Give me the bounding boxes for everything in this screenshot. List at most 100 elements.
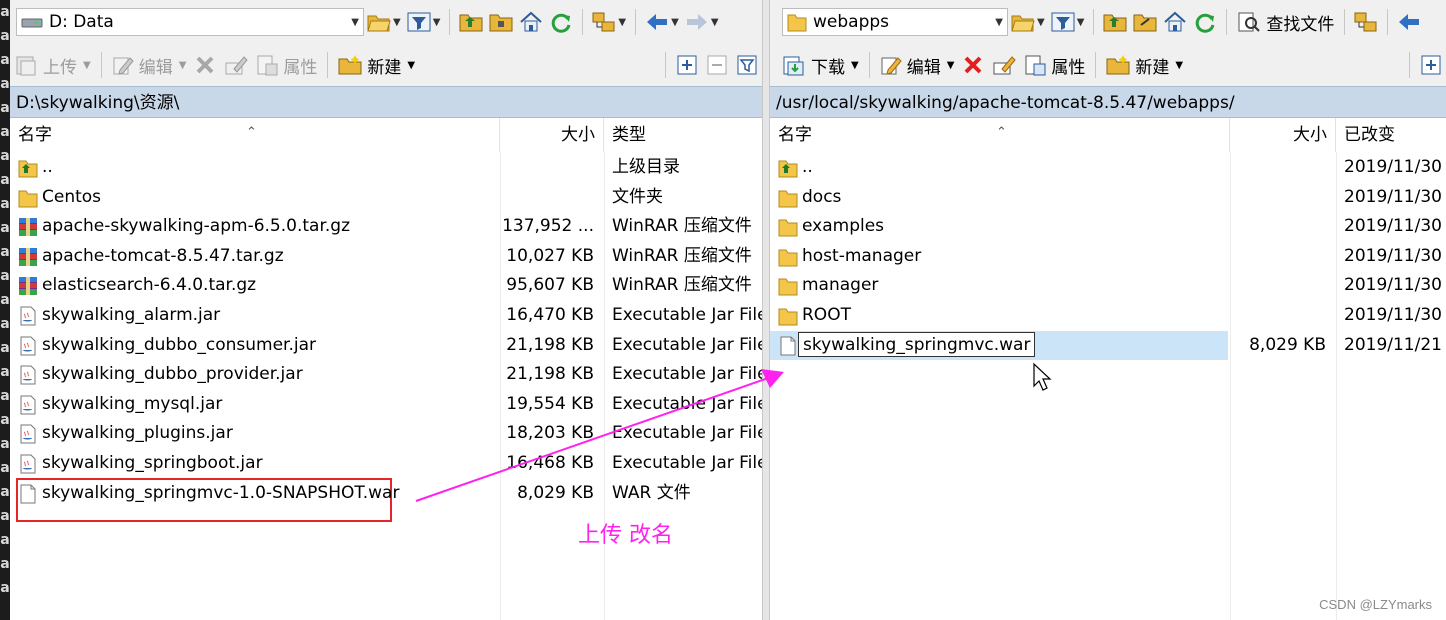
file-size-cell: 21,198 KB: [506, 334, 594, 355]
refresh-button[interactable]: [549, 8, 573, 36]
bookmarks-button[interactable]: ▼: [592, 8, 626, 36]
remote-path-bar[interactable]: /usr/local/skywalking/apache-tomcat-8.5.…: [770, 86, 1446, 118]
minus-box-icon: [707, 55, 727, 75]
column-header-changed[interactable]: 已改变: [1336, 118, 1446, 152]
file-type-cell: Executable Jar File: [612, 364, 762, 385]
right-file-row[interactable]: host-manager 2019/11/30: [770, 242, 1446, 271]
local-path-bar[interactable]: D:\skywalking\资源\: [10, 86, 762, 118]
file-name-cell: docs: [770, 183, 1230, 212]
file-type-cell: Executable Jar File: [612, 334, 762, 355]
left-file-row[interactable]: skywalking_springmvc-1.0-SNAPSHOT.war 8,0…: [10, 479, 762, 508]
root-dir-button[interactable]: [489, 8, 513, 36]
right-file-row[interactable]: skywalking_springmvc.war 8,029 KB 2019/11/…: [770, 330, 1446, 360]
edge-glyph: a: [0, 268, 10, 284]
plus-box-icon: [1421, 55, 1441, 75]
edge-glyph: a: [0, 100, 10, 116]
file-name: manager: [802, 275, 879, 296]
left-file-row[interactable]: apache-tomcat-8.5.47.tar.gz 10,027 KB WinR…: [10, 242, 762, 271]
left-file-row[interactable]: skywalking_mysql.jar 19,554 KB Executable …: [10, 390, 762, 419]
collapse-button[interactable]: [706, 50, 728, 80]
file-changed-cell: 2019/11/30: [1344, 305, 1442, 325]
pane-splitter[interactable]: [762, 0, 770, 620]
left-file-row[interactable]: apache-skywalking-apm-6.5.0.tar.gz 137,95…: [10, 212, 762, 241]
right-file-row[interactable]: .. 2019/11/30: [770, 153, 1446, 182]
properties-button[interactable]: 属性: [1024, 50, 1085, 80]
winrar-archive-icon: [18, 276, 38, 296]
edit-button[interactable]: 编辑 ▼: [880, 50, 954, 80]
download-label: 下载: [811, 57, 845, 78]
left-file-row[interactable]: skywalking_dubbo_consumer.jar 21,198 KB Ex…: [10, 331, 762, 360]
filter-button[interactable]: ▼: [1051, 8, 1084, 36]
column-header-size[interactable]: 大小: [1230, 118, 1336, 152]
expand-button[interactable]: [1420, 50, 1442, 80]
rename-button[interactable]: [992, 50, 1017, 80]
open-folder-button[interactable]: ▼: [367, 8, 401, 36]
find-files-button[interactable]: 查找文件: [1237, 7, 1334, 37]
delete-icon: [196, 56, 214, 74]
left-file-row[interactable]: skywalking_dubbo_provider.jar 21,198 KB Ex…: [10, 360, 762, 389]
filter-mark-button[interactable]: [736, 50, 758, 80]
left-file-row[interactable]: elasticsearch-6.4.0.tar.gz 95,607 KB WinRA…: [10, 271, 762, 300]
right-file-row[interactable]: examples 2019/11/30: [770, 212, 1446, 241]
upload-button[interactable]: 上传 ▼: [14, 50, 91, 80]
edge-glyph: a: [0, 220, 10, 236]
column-header-type[interactable]: 类型: [604, 118, 762, 152]
home-dir-button[interactable]: [519, 8, 543, 36]
file-name-cell: skywalking_mysql.jar: [10, 390, 500, 419]
file-type-cell: WinRAR 压缩文件: [612, 216, 752, 237]
edge-glyph: a: [0, 196, 10, 212]
parent-dir-button[interactable]: [1103, 8, 1127, 36]
new-button[interactable]: 新建 ▼: [1106, 50, 1183, 80]
file-type-cell: Executable Jar File: [612, 423, 762, 444]
filter-button[interactable]: ▼: [407, 8, 440, 36]
jar-file-icon: [18, 365, 38, 385]
download-button[interactable]: 下载 ▼: [782, 50, 859, 80]
home-dir-button[interactable]: [1163, 8, 1187, 36]
expand-button[interactable]: [676, 50, 698, 80]
left-file-row[interactable]: skywalking_alarm.jar 16,470 KB Executable …: [10, 301, 762, 330]
file-size-cell: [1230, 183, 1336, 212]
folder-icon: [778, 276, 798, 296]
file-type-cell: Executable Jar File: [612, 453, 762, 473]
file-name-cell: skywalking_dubbo_consumer.jar: [10, 331, 500, 360]
right-file-row[interactable]: docs 2019/11/30: [770, 183, 1446, 212]
right-file-row[interactable]: ROOT 2019/11/30: [770, 301, 1446, 330]
remote-toolbar-top: webapps ▼ ▼ ▼ 查找文件: [770, 0, 1446, 44]
new-button[interactable]: 新建 ▼: [338, 50, 415, 80]
back-button[interactable]: ▼: [645, 8, 679, 36]
watermark: CSDN @LZYmarks: [1319, 597, 1432, 612]
upload-icon: [16, 56, 36, 76]
open-folder-button[interactable]: ▼: [1011, 8, 1045, 36]
refresh-button[interactable]: [1193, 8, 1217, 36]
column-header-size[interactable]: 大小: [500, 118, 604, 152]
delete-button[interactable]: [194, 50, 216, 80]
properties-button[interactable]: 属性: [256, 50, 317, 80]
delete-button[interactable]: [962, 50, 984, 80]
parent-dir-button[interactable]: [459, 8, 483, 36]
left-file-row[interactable]: .. 上级目录: [10, 153, 762, 182]
rename-button[interactable]: [224, 50, 249, 80]
find-files-label: 查找文件: [1266, 14, 1335, 35]
root-dir-button[interactable]: [1133, 8, 1157, 36]
local-list-header: 名字 ⌃ 大小 类型: [10, 118, 762, 152]
left-file-row[interactable]: skywalking_plugins.jar 18,203 KB Executabl…: [10, 419, 762, 448]
left-file-row[interactable]: skywalking_springboot.jar 16,468 KB Execut…: [10, 449, 762, 478]
remote-dir-combo[interactable]: webapps ▼: [782, 8, 1008, 36]
right-file-row[interactable]: manager 2019/11/30: [770, 271, 1446, 300]
edge-glyph: a: [0, 532, 10, 548]
file-name: examples: [802, 216, 885, 237]
column-header-name[interactable]: 名字 ⌃: [10, 118, 500, 152]
forward-button[interactable]: ▼: [685, 8, 719, 36]
bookmarks-button[interactable]: [1354, 8, 1378, 36]
file-name: skywalking_springboot.jar: [42, 453, 263, 473]
remote-file-list[interactable]: 名字 ⌃ 大小 已改变 .. 2019/11/30 docs 2019/11/30 exa…: [770, 118, 1446, 620]
edit-button[interactable]: 编辑 ▼: [112, 50, 186, 80]
edge-glyph: a: [0, 436, 10, 452]
rename-input[interactable]: skywalking_springmvc.war: [798, 331, 1036, 357]
column-header-name[interactable]: 名字 ⌃: [770, 118, 1230, 152]
properties-icon: [257, 55, 278, 76]
upload-label: 上传: [43, 57, 77, 78]
back-button[interactable]: [1397, 8, 1421, 36]
local-drive-combo[interactable]: D: Data ▼: [16, 8, 364, 36]
left-file-row[interactable]: Centos 文件夹: [10, 183, 762, 212]
